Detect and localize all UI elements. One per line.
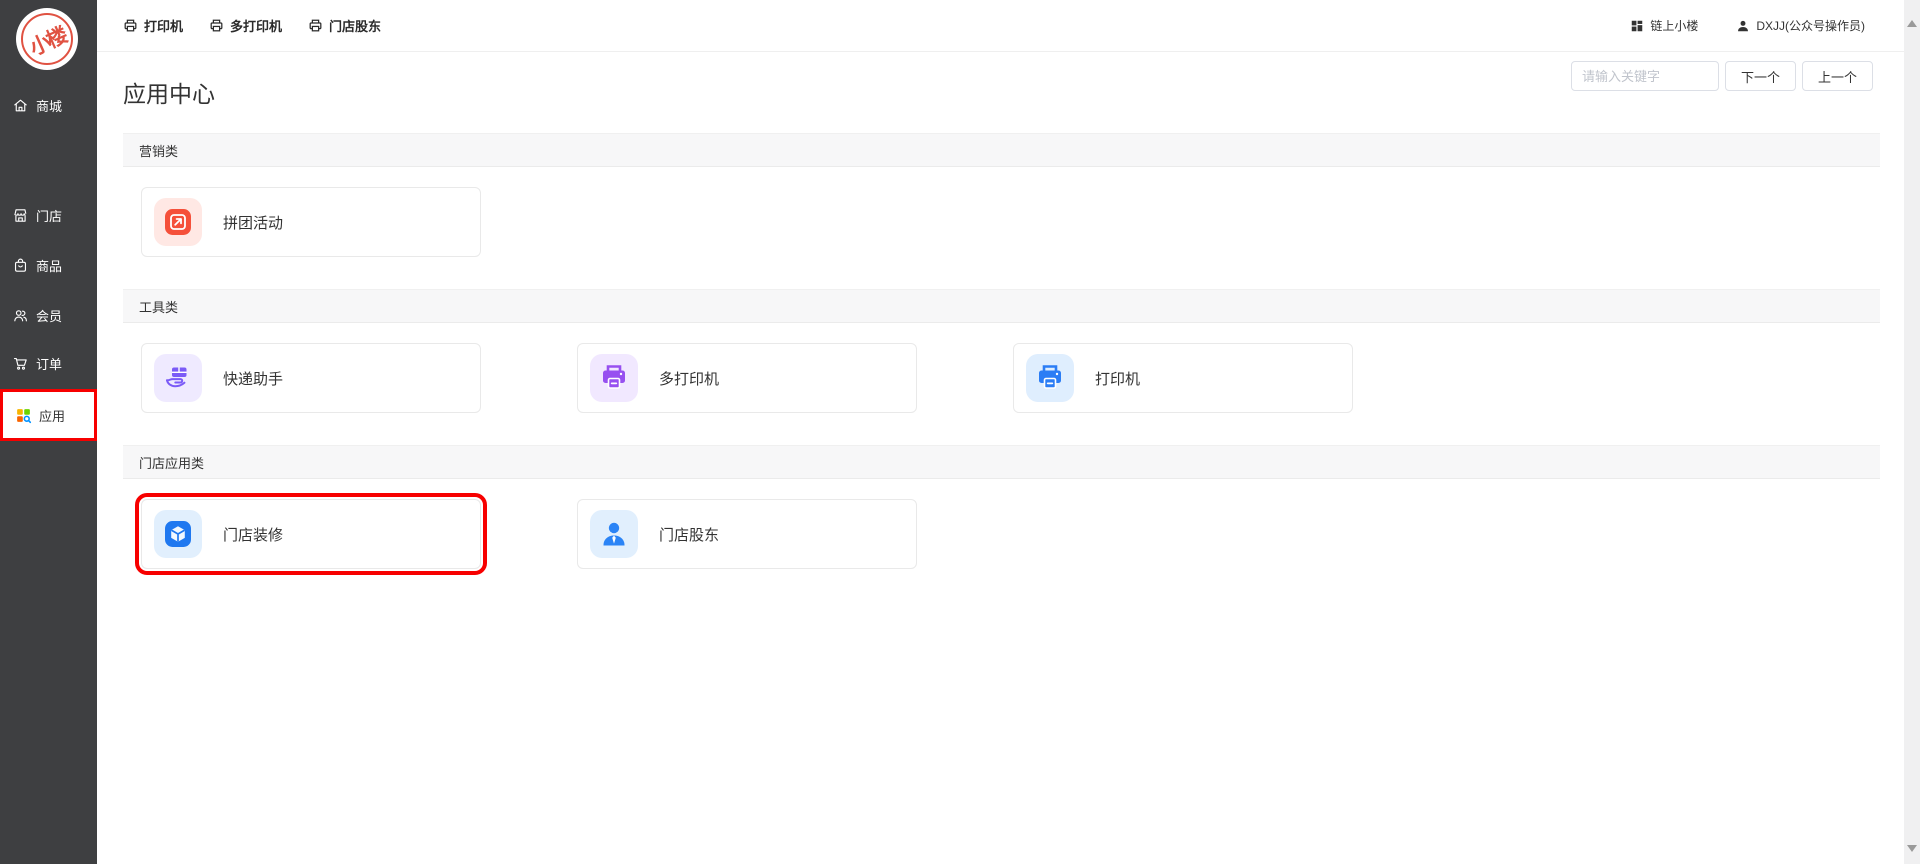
topbar-tabs: 打印机 多打印机 门店股东 bbox=[97, 16, 381, 35]
topbar-account-area: 链上小楼 DXJJ(公众号操作员) bbox=[1630, 17, 1904, 34]
sidebar: 小楼 商城 门店 商品 会员 订单 应用 bbox=[0, 0, 97, 864]
app-section-store-apps: 门店应用类 门店装修 门店股东 bbox=[123, 445, 1880, 601]
sidebar-item-members[interactable]: 会员 bbox=[0, 295, 97, 335]
main-content: 下一个 上一个 应用中心 营销类 拼团活动 工具类 快递助手 多打印机 打印机 bbox=[97, 52, 1904, 864]
sidebar-item-label: 商品 bbox=[36, 256, 62, 275]
tab-label: 门店股东 bbox=[329, 16, 381, 35]
cart-icon bbox=[12, 355, 29, 372]
group-buy-launch-icon bbox=[163, 207, 193, 237]
chip-label: 链上小楼 bbox=[1650, 17, 1698, 34]
home-icon bbox=[12, 97, 29, 114]
members-icon bbox=[12, 307, 29, 324]
tab-multi-printer[interactable]: 多打印机 bbox=[209, 16, 282, 35]
sidebar-item-goods[interactable]: 商品 bbox=[0, 245, 97, 285]
app-section-marketing: 营销类 拼团活动 bbox=[123, 133, 1880, 289]
sidebar-item-store[interactable]: 门店 bbox=[0, 195, 97, 235]
app-cards-row: 拼团活动 bbox=[123, 167, 1880, 289]
app-section-tools: 工具类 快递助手 多打印机 打印机 bbox=[123, 289, 1880, 445]
topbar-account[interactable]: DXJJ(公众号操作员) bbox=[1736, 17, 1865, 34]
apps-grid-icon bbox=[15, 407, 32, 424]
topbar-workspace[interactable]: 链上小楼 bbox=[1630, 17, 1698, 34]
prev-button[interactable]: 上一个 bbox=[1802, 61, 1873, 91]
section-header: 门店应用类 bbox=[123, 445, 1880, 479]
topbar: 打印机 多打印机 门店股东 链上小楼 DXJJ(公众号操作员) bbox=[97, 0, 1904, 52]
tab-printer[interactable]: 打印机 bbox=[123, 16, 183, 35]
printer-icon bbox=[308, 18, 323, 33]
sidebar-item-label: 应用 bbox=[39, 406, 65, 425]
grid-icon bbox=[1630, 19, 1644, 33]
app-card-multi-printer[interactable]: 多打印机 bbox=[577, 343, 917, 413]
section-title: 工具类 bbox=[139, 297, 178, 316]
scroll-up-arrow-icon[interactable] bbox=[1907, 20, 1917, 27]
printer-icon bbox=[123, 18, 138, 33]
storefront-icon bbox=[12, 207, 29, 224]
app-card-label: 多打印机 bbox=[659, 368, 719, 389]
sidebar-item-label: 订单 bbox=[36, 354, 62, 373]
tab-store-shareholder[interactable]: 门店股东 bbox=[308, 16, 381, 35]
app-cards-row: 门店装修 门店股东 bbox=[123, 479, 1880, 601]
search-toolbar: 下一个 上一个 bbox=[1571, 61, 1873, 91]
sidebar-item-label: 会员 bbox=[36, 306, 62, 325]
app-card-label: 打印机 bbox=[1095, 368, 1140, 389]
tab-label: 多打印机 bbox=[230, 16, 282, 35]
app-card-label: 拼团活动 bbox=[223, 212, 283, 233]
printer-icon bbox=[209, 18, 224, 33]
chip-label: DXJJ(公众号操作员) bbox=[1756, 17, 1865, 34]
app-card-label: 门店装修 bbox=[223, 524, 283, 545]
app-card-label: 快递助手 bbox=[223, 368, 283, 389]
sidebar-item-label: 商城 bbox=[36, 96, 62, 115]
app-card-label: 门店股东 bbox=[659, 524, 719, 545]
multi-printer-app-icon bbox=[599, 363, 629, 393]
section-title: 营销类 bbox=[139, 141, 178, 160]
search-input[interactable] bbox=[1571, 61, 1719, 91]
next-button[interactable]: 下一个 bbox=[1725, 61, 1796, 91]
app-logo[interactable]: 小楼 bbox=[16, 8, 78, 70]
section-title: 门店应用类 bbox=[139, 453, 204, 472]
app-cards-row: 快递助手 多打印机 打印机 bbox=[123, 323, 1880, 445]
cube-app-icon bbox=[163, 519, 193, 549]
printer-app-icon bbox=[1035, 363, 1065, 393]
section-header: 工具类 bbox=[123, 289, 1880, 323]
scroll-down-arrow-icon[interactable] bbox=[1907, 845, 1917, 852]
sidebar-item-orders[interactable]: 订单 bbox=[0, 343, 97, 383]
tab-label: 打印机 bbox=[144, 16, 183, 35]
sidebar-item-mall[interactable]: 商城 bbox=[0, 85, 97, 125]
courier-hand-icon bbox=[163, 363, 193, 393]
app-card-group-buy[interactable]: 拼团活动 bbox=[141, 187, 481, 257]
section-header: 营销类 bbox=[123, 133, 1880, 167]
shareholder-icon bbox=[599, 519, 629, 549]
sidebar-item-apps[interactable]: 应用 bbox=[0, 389, 97, 441]
goods-bag-icon bbox=[12, 257, 29, 274]
app-card-store-shareholder[interactable]: 门店股东 bbox=[577, 499, 917, 569]
sidebar-item-label: 门店 bbox=[36, 206, 62, 225]
user-icon bbox=[1736, 19, 1750, 33]
vertical-scrollbar[interactable] bbox=[1904, 0, 1920, 864]
app-card-printer[interactable]: 打印机 bbox=[1013, 343, 1353, 413]
app-card-store-decoration[interactable]: 门店装修 bbox=[141, 499, 481, 569]
app-card-courier-assistant[interactable]: 快递助手 bbox=[141, 343, 481, 413]
app-sections: 营销类 拼团活动 工具类 快递助手 多打印机 打印机 门店应用类 bbox=[123, 133, 1880, 601]
